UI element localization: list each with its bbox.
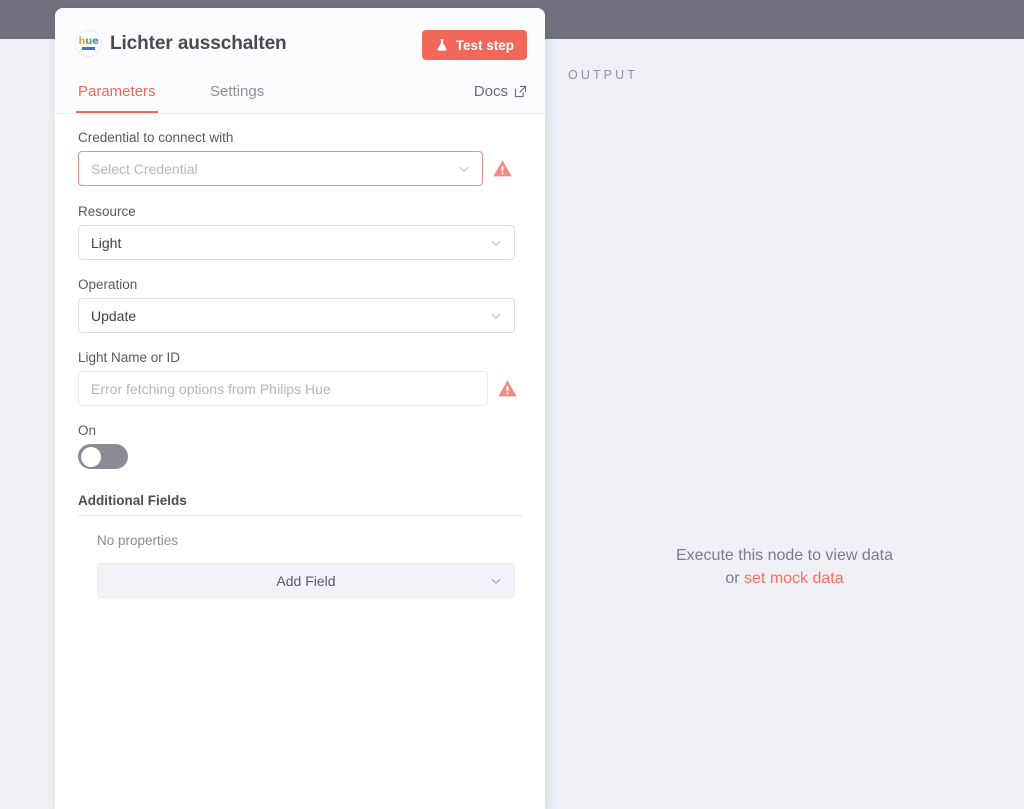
output-panel-surface: OUTPUT Execute this node to view data or… [545,39,1024,809]
chevron-down-icon [491,240,501,246]
on-toggle-switch[interactable] [78,444,128,469]
set-mock-data-link[interactable]: set mock data [744,570,844,587]
credential-label: Credential to connect with [78,130,234,145]
additional-fields-empty-text: No properties [97,533,179,548]
hue-logo-wordmark: hue [78,35,99,47]
operation-field-group: Operation Update [78,277,523,333]
node-panel-header: hue Lichter ausschalten Test step [55,8,545,71]
output-panel-title: OUTPUT [568,68,638,82]
on-toggle-knob [81,446,101,467]
output-panel: OUTPUT Execute this node to view data or… [545,39,1024,809]
light-name-label: Light Name or ID [78,350,181,365]
node-panel-tabs: Parameters Settings Docs [55,71,545,114]
add-field-button[interactable]: Add Field [97,563,515,598]
tab-parameters[interactable]: Parameters [76,70,158,113]
chevron-down-icon [491,578,501,584]
parameters-body: Credential to connect with Select Creden… [55,114,545,808]
on-toggle-group: On [78,423,523,469]
output-empty-line-2: or set mock data [545,567,1024,590]
additional-fields-heading: Additional Fields [78,493,523,516]
credential-select[interactable]: Select Credential [78,151,483,186]
credential-warning-icon[interactable] [492,158,513,179]
light-name-control-row: Error fetching options from Philips Hue [78,371,523,406]
light-name-warning-icon[interactable] [497,378,518,399]
credential-field-group: Credential to connect with Select Creden… [78,130,523,186]
resource-label: Resource [78,204,136,219]
light-name-field-group: Light Name or ID Error fetching options … [78,350,523,406]
add-field-label: Add Field [276,572,336,589]
output-empty-state: Execute this node to view data or set mo… [545,544,1024,590]
chevron-down-icon [459,166,469,172]
light-name-select[interactable]: Error fetching options from Philips Hue [78,371,488,406]
test-step-label: Test step [455,37,514,53]
node-details-panel: hue Lichter ausschalten Test step Parame… [55,8,545,809]
docs-link-label: Docs [473,83,508,100]
credential-control-row: Select Credential [78,151,523,186]
output-empty-or: or [725,570,745,587]
output-empty-line-1: Execute this node to view data [675,547,894,564]
on-toggle-label: On [78,423,97,438]
docs-link[interactable]: Docs [474,70,527,113]
resource-select[interactable]: Light [78,225,515,260]
operation-label: Operation [78,277,138,292]
flask-icon [437,39,447,51]
chevron-down-icon [491,313,501,319]
tab-settings[interactable]: Settings [210,70,264,113]
test-step-button[interactable]: Test step [421,30,527,60]
node-title[interactable]: Lichter ausschalten [110,33,287,55]
external-link-icon [514,85,527,98]
operation-select[interactable]: Update [78,298,515,333]
hue-letter-e: e [92,35,99,47]
resource-field-group: Resource Light [78,204,523,260]
hue-logo-bar [82,47,95,51]
philips-hue-logo-icon: hue [75,30,102,57]
